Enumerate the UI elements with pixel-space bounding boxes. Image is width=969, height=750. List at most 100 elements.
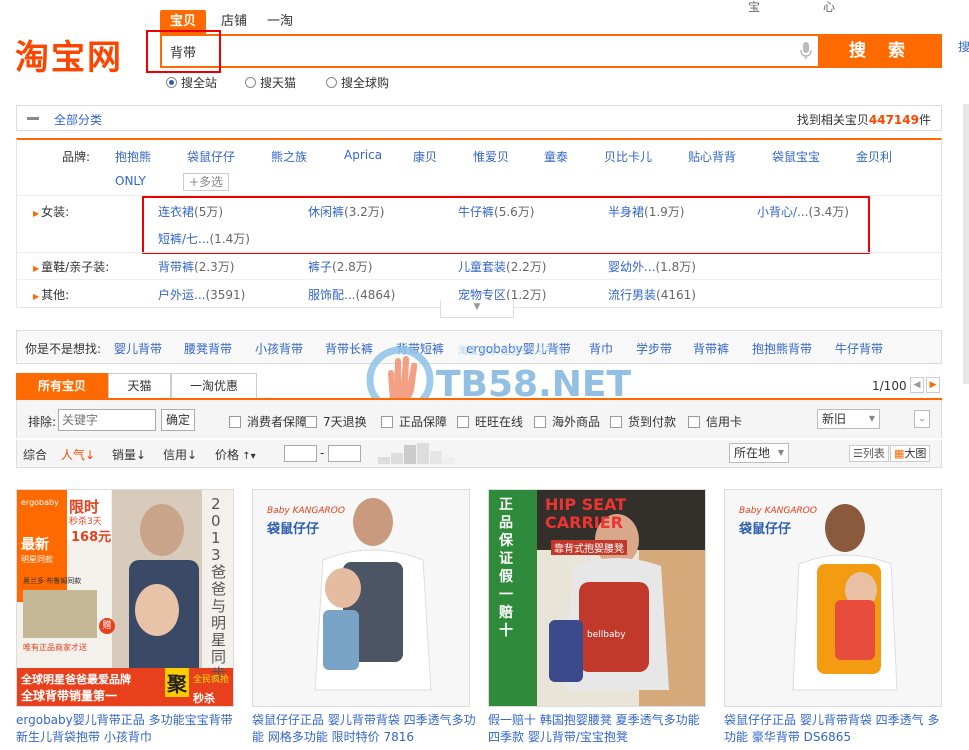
brand-item[interactable]: 惟爱贝 xyxy=(473,148,509,165)
filter-item-name: 婴幼外... xyxy=(608,260,656,274)
right-edge-link[interactable]: 搜 xyxy=(958,38,969,55)
brand-item[interactable]: 康贝 xyxy=(413,148,437,165)
location-select[interactable]: 所在地 ▼ xyxy=(729,443,789,463)
all-categories-link[interactable]: 全部分类 xyxy=(54,111,102,128)
next-page-button[interactable]: ▶ xyxy=(926,377,940,393)
price-min-input[interactable] xyxy=(284,445,317,462)
tab-etao-deals[interactable]: 一淘优惠 xyxy=(171,373,257,399)
page-indicator: 1/100 xyxy=(872,379,907,393)
filter-item[interactable]: 儿童套装(2.2万) xyxy=(458,258,546,275)
suggestion-link[interactable]: 婴儿背带 xyxy=(114,340,162,357)
brand-item[interactable]: 熊之族 xyxy=(271,148,307,165)
brand-item[interactable]: 童泰 xyxy=(544,148,568,165)
product-title-link[interactable]: 假一赔十 韩国抱婴腰凳 夏季透气多功能 四季款 婴儿背带/宝宝抱凳 xyxy=(488,712,713,748)
chevron-down-icon: ▼ xyxy=(868,414,875,423)
checkbox-genuine[interactable]: 正品保障 xyxy=(381,413,447,430)
condition-select[interactable]: 新旧 ▼ xyxy=(817,409,880,429)
result-count-suffix: 件 xyxy=(918,113,931,127)
sort-label: 人气 xyxy=(61,448,86,462)
multi-select-button[interactable]: +多选 xyxy=(183,173,230,191)
brand-text: ergobaby xyxy=(21,498,59,507)
chevron-right-icon: ▶ xyxy=(929,380,937,390)
price-distribution-icon[interactable] xyxy=(378,443,460,464)
checkbox-wangwang-online[interactable]: 旺旺在线 xyxy=(457,413,523,430)
sort-popularity[interactable]: 人气↓ xyxy=(61,446,95,463)
brand-item[interactable]: 抱抱熊 xyxy=(115,148,151,165)
checkbox-credit-card[interactable]: 信用卡 xyxy=(688,413,742,430)
microphone-icon[interactable] xyxy=(800,42,812,60)
promo-text: 明星同款 xyxy=(21,555,53,564)
checkbox-icon xyxy=(610,415,622,428)
product-title-link[interactable]: 袋鼠仔仔正品 婴儿背带背袋 四季透气 多功能 豪华背带 DS6865 xyxy=(724,712,949,748)
tab-search-etao[interactable]: 一淘 xyxy=(257,10,303,34)
filter-item[interactable]: 户外运...(3591) xyxy=(158,286,245,303)
exclude-keyword-input[interactable] xyxy=(58,409,156,431)
ad-text: 秒杀 xyxy=(193,692,215,705)
more-filters-button[interactable]: ⌄ xyxy=(914,410,930,428)
checkbox-label: 正品保障 xyxy=(399,415,448,429)
checkbox-consumer-protection[interactable]: 消费者保障 xyxy=(229,413,307,430)
brand-item[interactable]: 贴心背背 xyxy=(688,148,736,165)
scrollbar[interactable] xyxy=(963,104,969,384)
list-view-button[interactable]: ☰列表 xyxy=(849,445,889,462)
checkbox-overseas[interactable]: 海外商品 xyxy=(534,413,600,430)
suggestion-link[interactable]: 牛仔背带 xyxy=(835,340,883,357)
brand-item[interactable]: 贝比卡儿 xyxy=(604,148,652,165)
checkbox-icon xyxy=(381,415,393,428)
confirm-button[interactable]: 确定 xyxy=(161,409,195,431)
tab-all-items[interactable]: 所有宝贝 xyxy=(16,373,108,399)
filter-item[interactable]: 服饰配...(4864) xyxy=(308,286,395,303)
price-max-input[interactable] xyxy=(328,445,361,462)
promo-text: 最新 xyxy=(21,537,49,553)
brand-item[interactable]: 金贝利 xyxy=(856,148,892,165)
checkbox-label: 消费者保障 xyxy=(247,415,308,429)
search-input[interactable] xyxy=(162,36,762,66)
promo-text: 靠背式抱婴腰凳 xyxy=(551,540,627,555)
radio-search-all[interactable]: 搜全站 xyxy=(166,74,217,91)
filter-item[interactable]: 流行男装(4161) xyxy=(608,286,696,303)
filter-item[interactable]: 裤子(2.8万) xyxy=(308,258,372,275)
taobao-logo[interactable]: 淘宝网 xyxy=(15,30,123,79)
sort-sales[interactable]: 销量↓ xyxy=(112,446,146,463)
location-select-value: 所在地 xyxy=(734,446,771,460)
grid-view-button[interactable]: ▦大图 xyxy=(890,445,931,462)
brand-item[interactable]: ONLY xyxy=(115,174,146,188)
product-image[interactable]: Baby KANGAROO 袋鼠仔仔 xyxy=(724,489,942,707)
minus-icon[interactable] xyxy=(27,117,39,120)
sort-credit[interactable]: 信用↓ xyxy=(163,446,197,463)
brand-item[interactable]: 袋鼠仔仔 xyxy=(187,148,235,165)
radio-dot-icon xyxy=(326,77,337,88)
checkbox-cod[interactable]: 货到付款 xyxy=(610,413,676,430)
filter-item[interactable]: 婴幼外...(1.8万) xyxy=(608,258,696,275)
expand-filters-button[interactable]: ▼ xyxy=(440,300,514,318)
result-count-number: 447149 xyxy=(868,113,919,127)
sort-default[interactable]: 综合 xyxy=(23,446,47,463)
brand-text: bellbaby xyxy=(587,630,626,640)
product-title-link[interactable]: ergobaby婴儿背带正品 多功能宝宝背带 新生儿背袋抱带 小孩背巾 xyxy=(16,712,241,748)
divider xyxy=(17,279,941,280)
chevron-down-icon: ▼ xyxy=(777,448,784,457)
radio-search-tmall[interactable]: 搜天猫 xyxy=(245,74,296,91)
suggestion-link[interactable]: 小孩背带 xyxy=(255,340,303,357)
prev-page-button[interactable]: ◀ xyxy=(910,377,924,393)
filter-item[interactable]: 背带裤(2.3万) xyxy=(158,258,234,275)
suggestion-link[interactable]: 抱抱熊背带 xyxy=(752,340,812,357)
brand-item[interactable]: Aprica xyxy=(344,148,382,162)
highlight-annotation-box xyxy=(142,196,870,254)
checkbox-7day-return[interactable]: 7天退换 xyxy=(305,413,367,430)
exclude-label: 排除: xyxy=(28,415,57,429)
radio-search-global[interactable]: 搜全球购 xyxy=(326,74,389,91)
suggestion-link[interactable]: 学步带 xyxy=(636,340,672,357)
tab-tmall[interactable]: 天猫 xyxy=(108,373,171,399)
product-title-link[interactable]: 袋鼠仔仔正品 婴儿背带背袋 四季透气多功能 网格多功能 限时特价 7816 xyxy=(252,712,477,748)
brand-item[interactable]: 袋鼠宝宝 xyxy=(772,148,820,165)
product-image[interactable]: 限时 秒杀3天 168元 最新 明星同款 ergobaby 2013爸爸与明星同… xyxy=(16,489,234,707)
product-image[interactable]: Baby KANGAROO 袋鼠仔仔 xyxy=(252,489,470,707)
product-image[interactable]: 正品保证 假一赔十 HIP SEAT CARRIER 靠背式抱婴腰凳 bellb… xyxy=(488,489,706,707)
radio-label: 搜全球购 xyxy=(341,76,390,90)
sort-toggle-icon: ↑▾ xyxy=(239,451,256,462)
suggestion-link[interactable]: 背带裤 xyxy=(693,340,729,357)
search-button[interactable]: 搜 索 xyxy=(820,34,942,68)
suggestion-link[interactable]: 腰凳背带 xyxy=(184,340,232,357)
sort-price[interactable]: 价格 ↑▾ xyxy=(215,446,256,463)
